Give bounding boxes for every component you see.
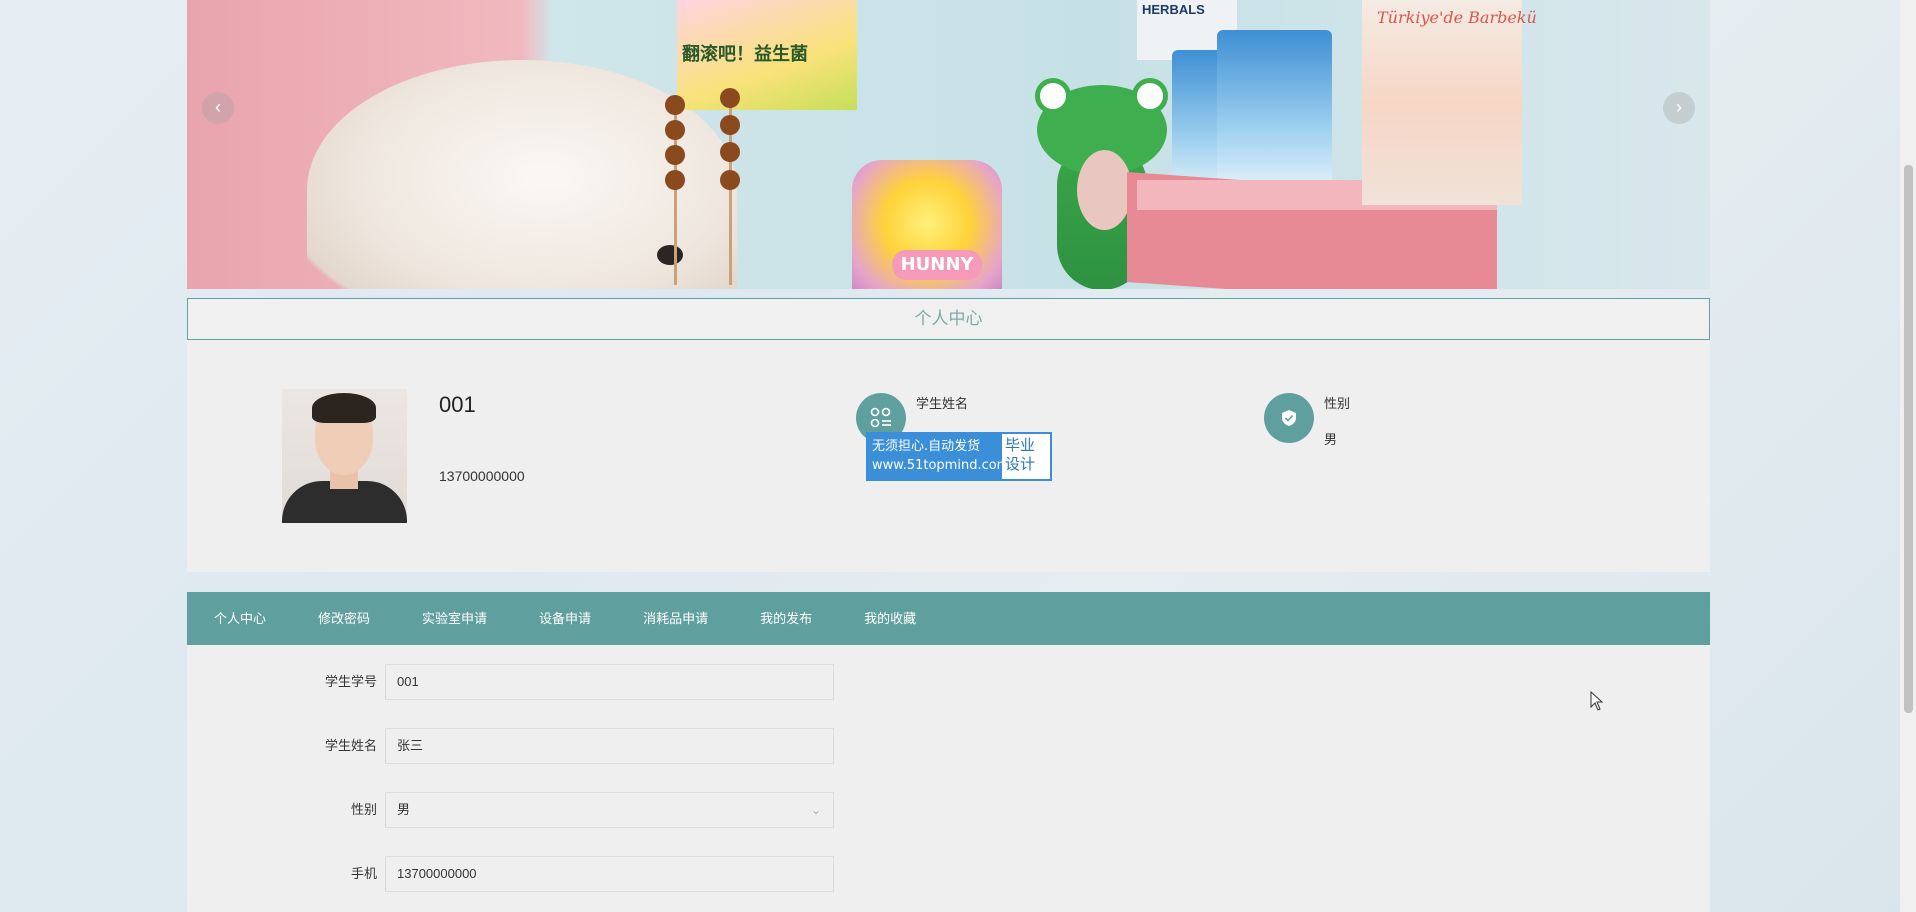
banner-frog-eye <box>1035 78 1071 114</box>
gender-select[interactable]: 男 ⌄ <box>385 792 834 828</box>
carousel-next-button[interactable]: › <box>1663 92 1695 124</box>
gender-select-value: 男 <box>397 802 411 817</box>
watermark-badge: 无须担心.自动发货 www.51topmind.com 毕业 设计 <box>866 432 1052 481</box>
page-scrollbar[interactable] <box>1900 0 1916 912</box>
banner-skewer-ball <box>720 170 740 190</box>
profile-gender-label: 性别 <box>1324 396 1351 411</box>
name-field[interactable]: 张三 <box>385 728 834 764</box>
tab-bar: 个人中心 修改密码 实验室申请 设备申请 消耗品申请 我的发布 我的收藏 <box>187 592 1710 645</box>
form-row-name: 学生姓名 张三 <box>187 728 1187 764</box>
watermark-right1: 毕业 <box>1005 436 1036 454</box>
watermark-left: 无须担心.自动发货 www.51topmind.com <box>868 434 1010 479</box>
name-label: 学生姓名 <box>324 738 377 753</box>
banner-honey-label: HUNNY <box>892 250 982 280</box>
watermark-right: 毕业 设计 <box>1002 434 1050 479</box>
banner-frog-belly <box>1077 150 1132 230</box>
profile-name-label: 学生姓名 <box>916 396 969 411</box>
banner-herbals-text: HERBALS <box>1142 2 1205 17</box>
banner-poster-text: 翻滚吧！益生菌 <box>682 44 808 65</box>
banner-skewer-ball <box>665 120 685 140</box>
watermark-line1: 无须担心.自动发货 <box>872 439 981 454</box>
mouse-cursor-icon <box>1590 691 1604 711</box>
tab-equipment-application[interactable]: 设备申请 <box>513 592 617 645</box>
phone-label: 手机 <box>350 866 377 881</box>
watermark-line2: www.51topmind.com <box>872 458 1010 473</box>
form-row-student-id: 学生学号 001 <box>187 664 1187 700</box>
banner-skewer-ball <box>720 88 740 108</box>
watermark-right2: 设计 <box>1005 455 1036 473</box>
profile-form: 学生学号 001 学生姓名 张三 性别 男 ⌄ 手机 13700000000 <box>187 645 1710 912</box>
banner-tall-bag <box>1362 0 1522 205</box>
tab-change-password[interactable]: 修改密码 <box>292 592 396 645</box>
banner-frog-eye <box>1132 78 1168 114</box>
banner-skewer-ball <box>665 95 685 115</box>
avatar-hair <box>312 393 376 423</box>
tab-personal-center[interactable]: 个人中心 <box>187 592 292 645</box>
profile-phone: 13700000000 <box>439 468 525 484</box>
banner-carousel[interactable]: 翻滚吧！益生菌 HUNNY HERBALS Türkiye'de Barbekü… <box>187 0 1710 289</box>
carousel-prev-button[interactable]: ‹ <box>202 92 234 124</box>
tab-consumables-application[interactable]: 消耗品申请 <box>617 592 734 645</box>
section-title: 个人中心 <box>187 298 1710 340</box>
shield-icon <box>1264 393 1314 443</box>
chevron-right-icon: › <box>1676 97 1682 117</box>
chevron-down-icon: ⌄ <box>810 803 821 817</box>
avatar <box>282 389 407 523</box>
profile-gender-value: 男 <box>1324 432 1338 447</box>
banner-skewer-ball <box>665 145 685 165</box>
banner-skewer-ball <box>665 170 685 190</box>
banner-tall-bag-text: Türkiye'de Barbekü <box>1377 8 1537 27</box>
phone-field[interactable]: 13700000000 <box>385 856 834 892</box>
banner-food-bag <box>1217 30 1332 195</box>
tab-my-favorites[interactable]: 我的收藏 <box>838 592 942 645</box>
profile-student-id: 001 <box>439 392 476 417</box>
form-row-phone: 手机 13700000000 <box>187 856 1187 892</box>
scrollbar-thumb[interactable] <box>1904 165 1913 713</box>
student-id-label: 学生学号 <box>324 674 377 689</box>
banner-skewer-ball <box>720 142 740 162</box>
banner-skewer-ball <box>720 115 740 135</box>
tab-my-posts[interactable]: 我的发布 <box>734 592 838 645</box>
tab-lab-application[interactable]: 实验室申请 <box>396 592 513 645</box>
student-id-field[interactable]: 001 <box>385 664 834 700</box>
chevron-left-icon: ‹ <box>215 97 221 117</box>
banner-dog-nose <box>657 245 683 265</box>
page-container: 翻滚吧！益生菌 HUNNY HERBALS Türkiye'de Barbekü… <box>187 0 1710 912</box>
form-row-gender: 性别 男 ⌄ <box>187 792 1187 828</box>
gender-label: 性别 <box>350 802 377 817</box>
